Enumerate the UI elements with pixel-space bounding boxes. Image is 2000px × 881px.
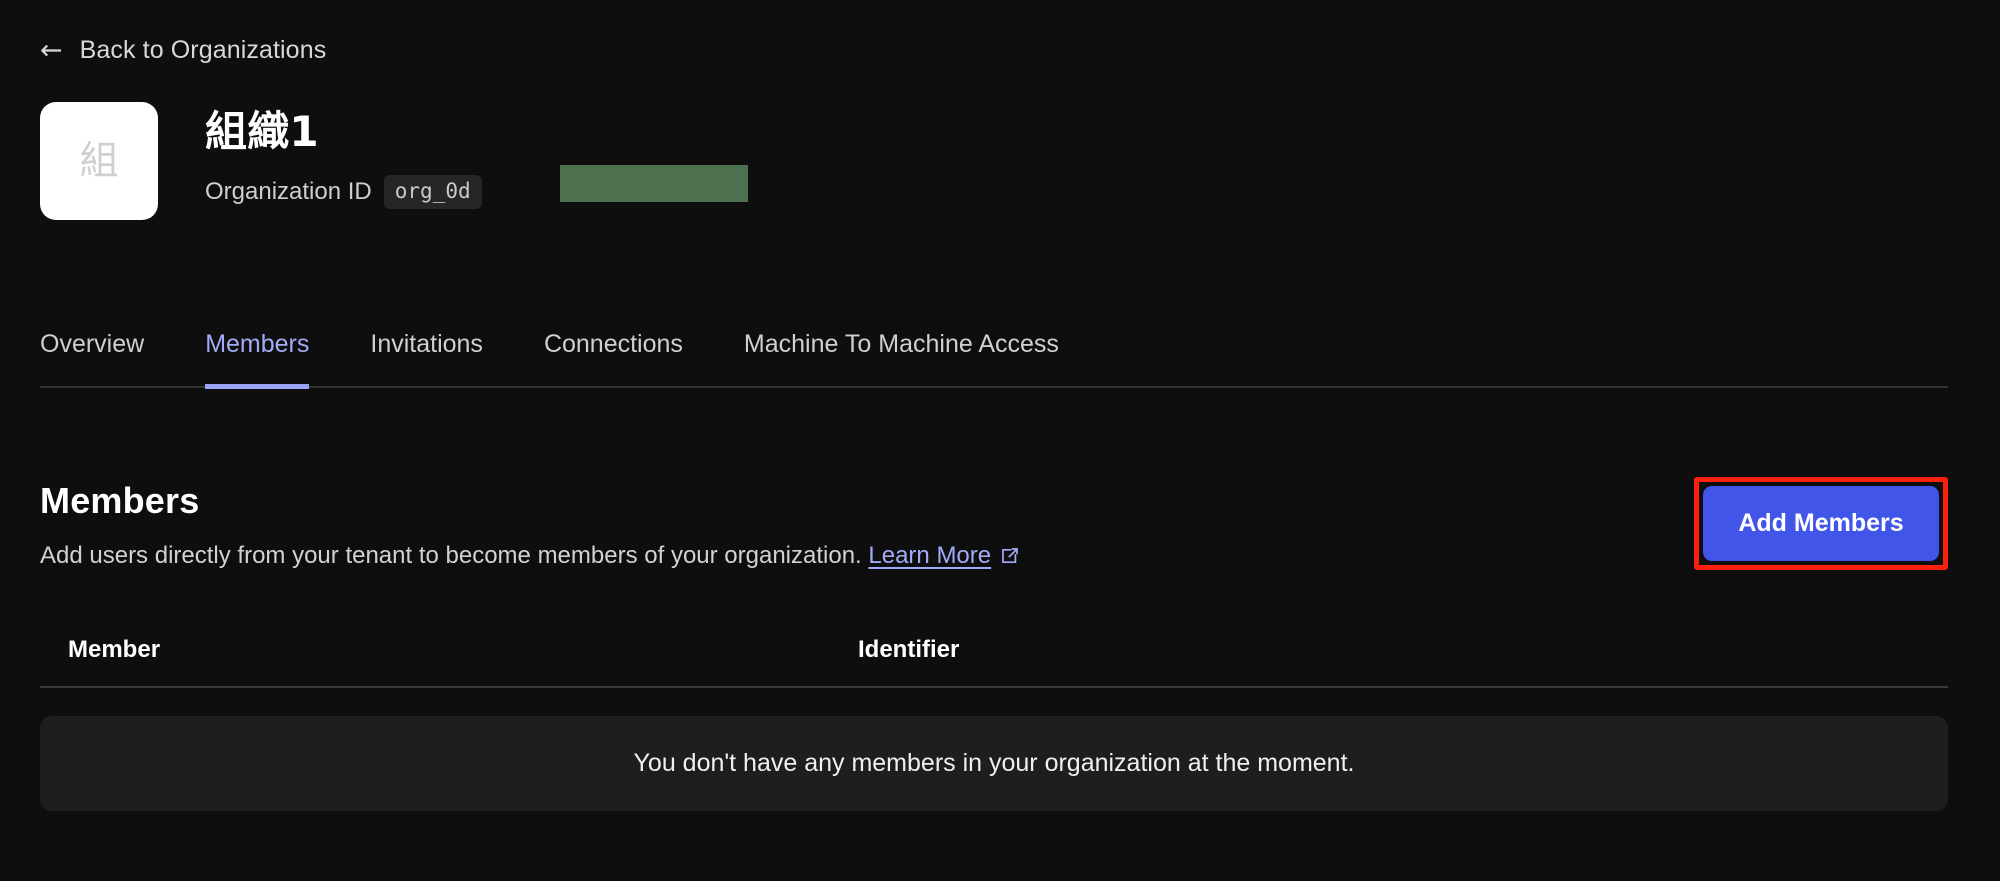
redaction-overlay <box>560 165 748 203</box>
add-members-button[interactable]: Add Members <box>1703 486 1939 561</box>
back-link-label: Back to Organizations <box>79 36 327 64</box>
column-header-identifier: Identifier <box>858 636 960 663</box>
tab-members[interactable]: Members <box>205 330 310 389</box>
column-header-member: Member <box>68 636 161 663</box>
tab-invitations[interactable]: Invitations <box>370 330 483 389</box>
organization-members-page: ← Back to Organizations 組 組織1 Organizati… <box>0 0 2000 881</box>
page-title: 組織1 <box>205 107 319 156</box>
external-link-icon <box>1000 543 1020 574</box>
learn-more-label: Learn More <box>868 542 992 569</box>
tab-machine-to-machine-access[interactable]: Machine To Machine Access <box>744 330 1059 389</box>
organization-id-label: Organization ID <box>205 178 372 206</box>
tab-connections[interactable]: Connections <box>544 330 683 389</box>
empty-state-message: You don't have any members in your organ… <box>633 749 1355 777</box>
organization-meta: 組織1 Organization ID org_0d <box>205 102 748 210</box>
organization-id-row: Organization ID org_0d <box>205 165 748 210</box>
table-header-row: Member Identifier <box>40 636 1948 688</box>
arrow-left-icon: ← <box>40 35 63 66</box>
avatar-initial: 組 <box>79 138 119 184</box>
section-title: Members <box>40 480 200 521</box>
learn-more-link[interactable]: Learn More <box>868 542 1020 569</box>
table-empty-state: You don't have any members in your organ… <box>40 716 1948 811</box>
organization-id-value[interactable]: org_0d <box>383 175 482 210</box>
members-table: Member Identifier You don't have any mem… <box>40 636 1948 811</box>
organization-avatar: 組 <box>40 102 158 220</box>
tab-overview[interactable]: Overview <box>40 330 144 389</box>
members-section-header: Members Add users directly from your ten… <box>40 480 1948 574</box>
section-description: Add users directly from your tenant to b… <box>40 540 1948 574</box>
section-description-text: Add users directly from your tenant to b… <box>40 542 862 569</box>
organization-header: 組 組織1 Organization ID org_0d <box>40 102 748 220</box>
organization-tabs: Overview Members Invitations Connections… <box>40 330 1948 389</box>
back-to-organizations-link[interactable]: ← Back to Organizations <box>40 36 326 65</box>
